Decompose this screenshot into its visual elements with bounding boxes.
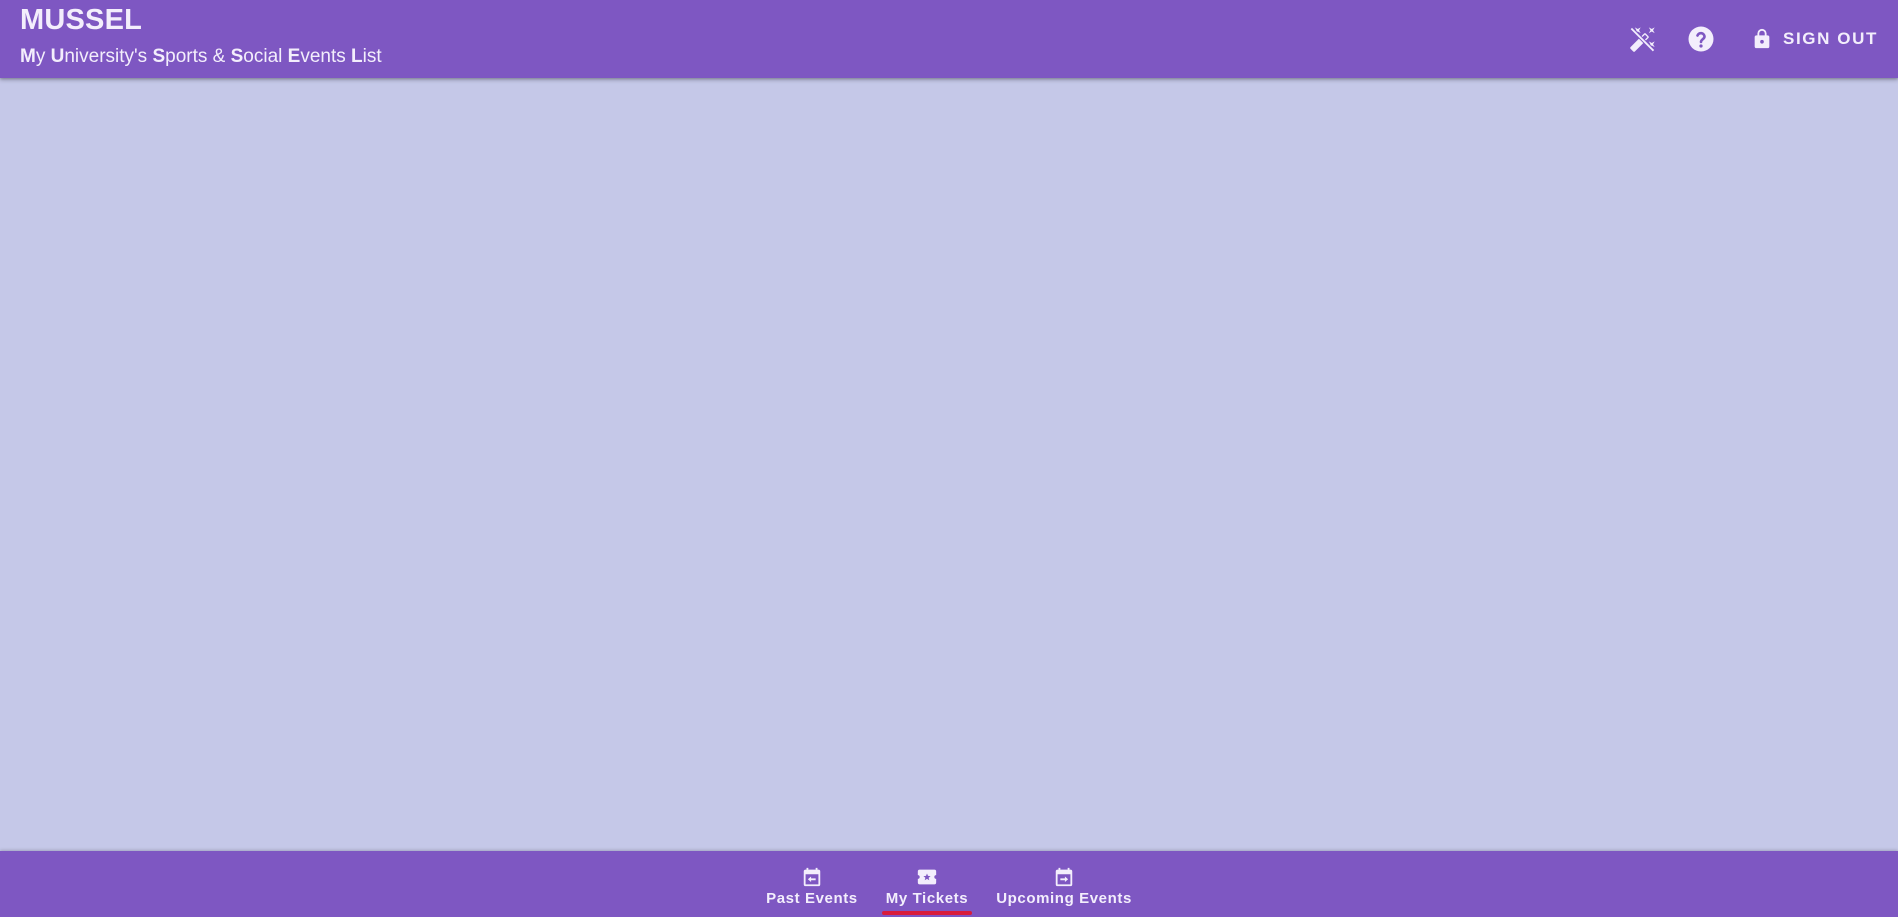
subtitle-part: vents [300, 46, 352, 67]
nav-item-past-events[interactable]: Past Events [752, 851, 872, 917]
calendar-arrow-left-icon [801, 865, 823, 889]
app-subtitle: My University's Sports & Social Events L… [20, 46, 382, 68]
subtitle-part: ocial [243, 46, 288, 67]
subtitle-part: ports & [165, 46, 231, 67]
app-bar: MUSSEL My University's Sports & Social E… [0, 0, 1898, 78]
help-button[interactable] [1681, 19, 1721, 59]
subtitle-part: S [230, 46, 244, 67]
app-title: MUSSEL [20, 4, 143, 36]
sign-out-label: SIGN OUT [1783, 29, 1878, 48]
subtitle-part: S [152, 46, 166, 67]
theme-toggle-button[interactable] [1623, 19, 1663, 59]
nav-item-upcoming-events[interactable]: Upcoming Events [982, 851, 1146, 917]
subtitle-part: E [287, 46, 301, 67]
subtitle-part: y [35, 46, 51, 67]
main-content [0, 78, 1898, 851]
subtitle-part: ist [362, 46, 382, 67]
nav-label: Upcoming Events [996, 890, 1132, 907]
subtitle-part: U [50, 46, 65, 67]
magic-wand-off-icon [1630, 27, 1655, 52]
toolbar-actions: SIGN OUT [1605, 0, 1878, 78]
ticket-star-icon [914, 865, 940, 889]
subtitle-part: niversity's [64, 46, 153, 67]
calendar-arrow-right-icon [1053, 865, 1075, 889]
bottom-navigation: Past Events My Tickets Upcoming Events [0, 851, 1898, 917]
subtitle-part: M [20, 46, 36, 67]
subtitle-part: L [351, 46, 363, 67]
lock-icon [1754, 28, 1770, 49]
nav-label: My Tickets [885, 890, 969, 907]
nav-label: Past Events [766, 890, 858, 907]
active-tab-indicator [881, 911, 973, 915]
nav-item-my-tickets[interactable]: My Tickets [872, 851, 982, 917]
help-circle-icon [1688, 26, 1714, 52]
sign-out-button[interactable]: SIGN OUT [1751, 28, 1878, 50]
